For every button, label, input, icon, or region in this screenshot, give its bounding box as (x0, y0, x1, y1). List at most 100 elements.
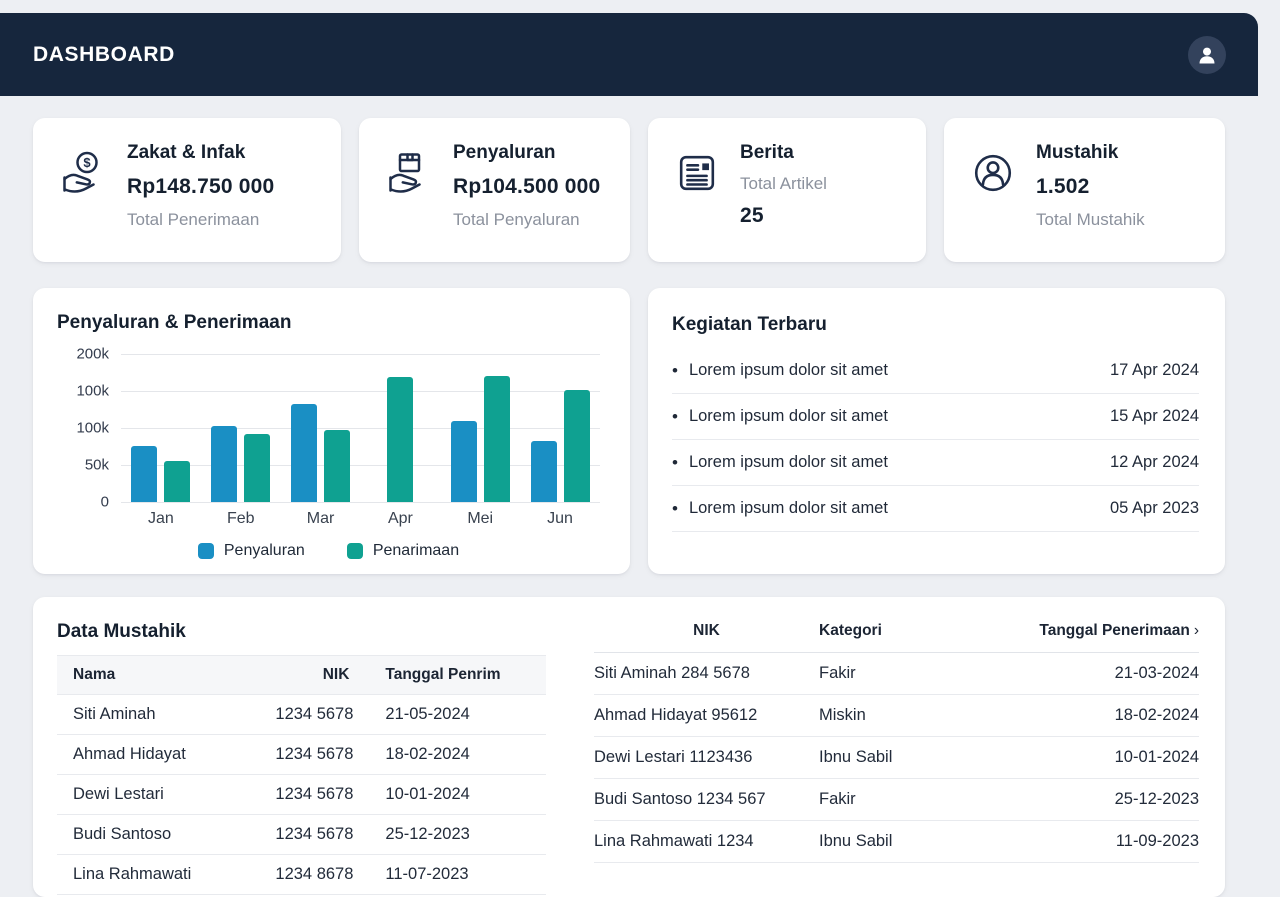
cell-tanggal: 11-07-2023 (369, 855, 546, 895)
column-header-nama: Nama (57, 656, 237, 695)
activity-text: Lorem ipsum dolor sit amet (689, 453, 888, 472)
cell-tanggal: 11-09-2023 (1009, 821, 1199, 863)
recipients-table: NIK Kategori Tanggal Penerimaan› Siti Am… (594, 609, 1199, 863)
recipients-table-block: NIK Kategori Tanggal Penerimaan› Siti Am… (594, 609, 1199, 897)
stat-card-berita: Berita Total Artikel 25 (648, 118, 926, 262)
x-axis-label: Mar (281, 510, 361, 528)
stat-card-mustahik: Mustahik 1.502 Total Mustahik (944, 118, 1225, 262)
activity-date: 17 Apr 2024 (1110, 361, 1199, 380)
cell-tanggal: 21-03-2024 (1009, 653, 1199, 695)
table-row: Dewi Lestari 1123436Ibnu Sabil10-01-2024 (594, 737, 1199, 779)
stat-caption: Total Penerimaan (127, 210, 274, 230)
bar-group-jan (121, 354, 201, 502)
cell-nik: Siti Aminah 284 5678 (594, 653, 819, 695)
cell-kategori: Ibnu Sabil (819, 737, 1009, 779)
cell-nik: 1234 8678 (237, 855, 369, 895)
bar-group-apr (360, 354, 440, 502)
mustahik-table-block: Data Mustahik Nama NIK Tanggal Penrim Si… (57, 609, 546, 897)
top-navbar: DASHBOARD (0, 13, 1258, 96)
bar-penarimaan-feb (244, 434, 270, 502)
activity-list: •Lorem ipsum dolor sit amet17 Apr 2024•L… (672, 348, 1199, 532)
column-header-kategori: Kategori (819, 609, 1009, 653)
legend-label: Penyaluran (224, 542, 305, 560)
bar-group-mei (440, 354, 520, 502)
activity-item: •Lorem ipsum dolor sit amet12 Apr 2024 (672, 440, 1199, 486)
user-avatar-button[interactable] (1188, 36, 1226, 74)
cell-nama: Lina Rahmawati (57, 855, 237, 895)
cell-nik: 1234 5678 (237, 815, 369, 855)
hand-box-icon (385, 150, 433, 262)
legend-item-penarimaan[interactable]: Penarimaan (347, 542, 459, 560)
legend-swatch (347, 543, 363, 559)
user-icon (1195, 43, 1219, 67)
bar-penarimaan-jan (164, 461, 190, 502)
tables-panel: Data Mustahik Nama NIK Tanggal Penrim Si… (33, 597, 1225, 897)
activity-item: •Lorem ipsum dolor sit amet17 Apr 2024 (672, 348, 1199, 394)
bar-penarimaan-apr (387, 377, 413, 502)
chart-legend: Penyaluran Penarimaan (57, 542, 600, 560)
activity-text: Lorem ipsum dolor sit amet (689, 407, 888, 426)
bar-group-mar (281, 354, 361, 502)
person-circle-icon (970, 150, 1016, 262)
y-axis-tick: 100k (76, 420, 109, 437)
stat-title: Penyaluran (453, 142, 600, 164)
x-axis-label: Feb (201, 510, 281, 528)
bar-penarimaan-mar (324, 430, 350, 502)
stat-title: Zakat & Infak (127, 142, 274, 164)
bar-penyaluran-jun (531, 441, 557, 502)
stat-title: Berita (740, 142, 827, 164)
y-axis-tick: 0 (101, 494, 109, 511)
cell-tanggal: 25-12-2023 (1009, 779, 1199, 821)
stat-card-penyaluran: Penyaluran Rp104.500 000 Total Penyalura… (359, 118, 630, 262)
column-header-nik: NIK (237, 656, 369, 695)
cell-tanggal: 10-01-2024 (369, 775, 546, 815)
stat-caption: Total Penyaluran (453, 210, 600, 230)
cell-nama: Siti Aminah (57, 695, 237, 735)
bar-chart: 200k100k100k50k0 (57, 354, 600, 502)
cell-tanggal: 18-02-2024 (369, 735, 546, 775)
table-row: Ahmad Hidayat 95612Miskin18-02-2024 (594, 695, 1199, 737)
activity-date: 12 Apr 2024 (1110, 453, 1199, 472)
cell-kategori: Fakir (819, 653, 1009, 695)
bar-penarimaan-mei (484, 376, 510, 502)
cell-nama: Ahmad Hidayat (57, 735, 237, 775)
cell-tanggal: 18-02-2024 (1009, 695, 1199, 737)
table-header-row: NIK Kategori Tanggal Penerimaan› (594, 609, 1199, 653)
y-axis: 200k100k100k50k0 (57, 354, 121, 502)
bar-group-feb (201, 354, 281, 502)
stat-title: Mustahik (1036, 142, 1145, 164)
legend-item-penyaluran[interactable]: Penyaluran (198, 542, 305, 560)
table-header-row: Nama NIK Tanggal Penrim (57, 656, 546, 695)
bar-penyaluran-mar (291, 404, 317, 502)
cell-nik: Ahmad Hidayat 95612 (594, 695, 819, 737)
bullet-icon: • (672, 499, 678, 519)
cell-nik: Dewi Lestari 1123436 (594, 737, 819, 779)
bullet-icon: • (672, 407, 678, 427)
y-axis-tick: 200k (76, 346, 109, 363)
cell-nama: Budi Santoso (57, 815, 237, 855)
column-header-tanggal-penerimaan[interactable]: Tanggal Penerimaan› (1009, 609, 1199, 653)
table-row: Budi Santoso 1234 567Fakir25-12-2023 (594, 779, 1199, 821)
activities-panel: Kegiatan Terbaru •Lorem ipsum dolor sit … (648, 288, 1225, 574)
table-row: Ahmad Hidayat1234 567818-02-2024 (57, 735, 546, 775)
cell-kategori: Miskin (819, 695, 1009, 737)
stat-value: 1.502 (1036, 175, 1145, 199)
mustahik-table-title: Data Mustahik (57, 621, 546, 643)
cell-nama: Dewi Lestari (57, 775, 237, 815)
newspaper-icon (674, 150, 720, 262)
stat-value: Rp148.750 000 (127, 175, 274, 199)
svg-text:$: $ (83, 155, 91, 170)
cell-nik: Lina Rahmawati 1234 (594, 821, 819, 863)
activity-item: •Lorem ipsum dolor sit amet05 Apr 2023 (672, 486, 1199, 532)
bar-penarimaan-jun (564, 390, 590, 502)
stat-card-zakat-infak: $ Zakat & Infak Rp148.750 000 Total Pene… (33, 118, 341, 262)
table-row: Lina Rahmawati 1234Ibnu Sabil11-09-2023 (594, 821, 1199, 863)
activity-date: 15 Apr 2024 (1110, 407, 1199, 426)
stat-value: 25 (740, 204, 827, 228)
activity-date: 05 Apr 2023 (1110, 499, 1199, 518)
y-axis-tick: 50k (85, 457, 109, 474)
bar-group-jun (520, 354, 600, 502)
chart-title: Penyaluran & Penerimaan (57, 312, 600, 334)
table-row: Siti Aminah 284 5678Fakir21-03-2024 (594, 653, 1199, 695)
stat-caption: Total Mustahik (1036, 210, 1145, 230)
